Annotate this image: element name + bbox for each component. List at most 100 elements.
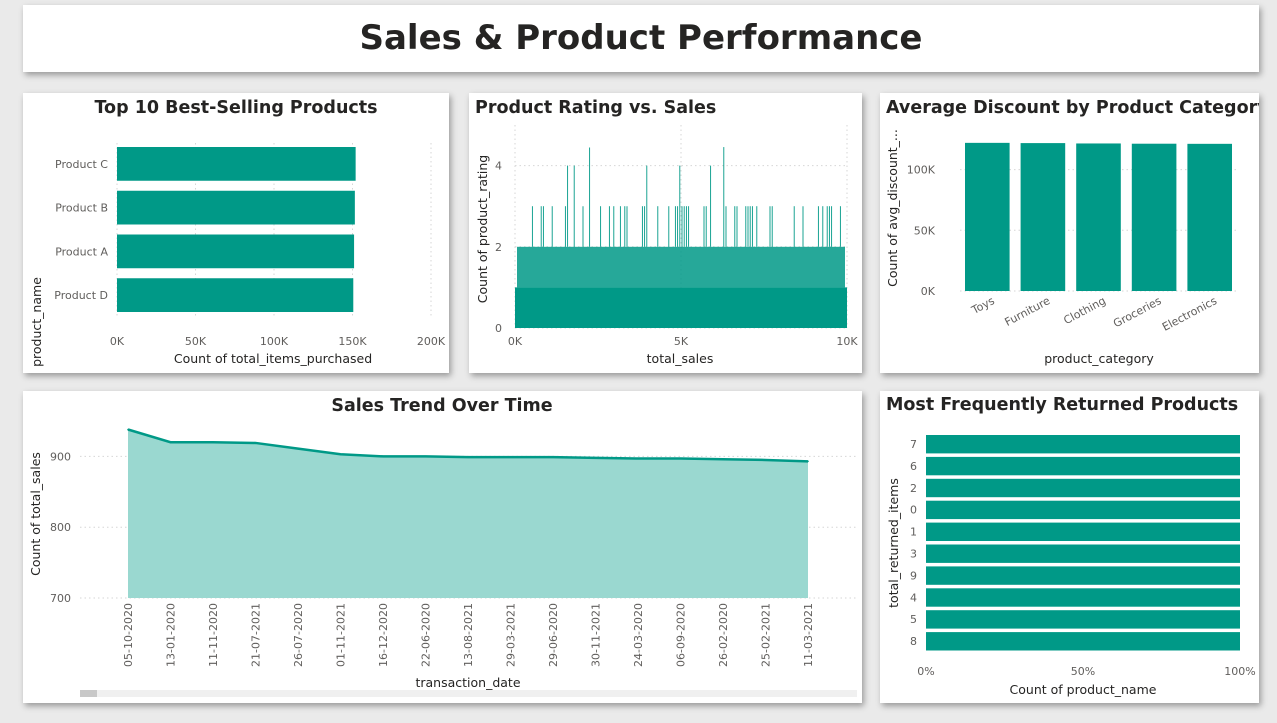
y-tick-label: 8: [910, 635, 917, 648]
bar: [926, 478, 1240, 498]
x-axis-label: transaction_date: [415, 675, 520, 690]
y-tick-label: 4: [910, 591, 917, 604]
x-tick-label: 30-11-2021: [590, 603, 603, 667]
bar: [926, 632, 1240, 651]
returned-products-card: Most Frequently Returned Products total_…: [880, 391, 1259, 703]
x-tick-label: Furniture: [1003, 294, 1053, 329]
bar: [965, 142, 1010, 291]
avg-discount-card: Average Discount by Product Category Cou…: [880, 93, 1259, 373]
bar: [926, 522, 1240, 541]
y-tick-label: 2: [910, 482, 917, 495]
y-axis-label: Count of avg_discount_...: [885, 129, 900, 287]
chart-title: Sales Trend Over Time: [331, 396, 552, 416]
y-tick-label: 6: [910, 460, 917, 473]
y-tick-label: 0: [495, 322, 502, 335]
x-tick-label: Groceries: [1111, 294, 1164, 330]
chart-title: Top 10 Best-Selling Products: [94, 98, 377, 118]
bar: [926, 500, 1240, 520]
rating-vs-sales-card: Product Rating vs. Sales Count of produc…: [469, 93, 862, 373]
x-tick-label: 100%: [1224, 665, 1255, 678]
bar: [926, 610, 1240, 629]
rating-vs-sales-chart: Product Rating vs. Sales Count of produc…: [475, 98, 858, 366]
data-point: [212, 441, 214, 444]
y-tick-label: 700: [50, 592, 71, 605]
x-tick-label: 29-06-2020: [547, 603, 560, 667]
bar: [926, 544, 1240, 563]
bar: [117, 278, 354, 312]
y-tick-label: 1: [910, 526, 917, 539]
x-tick-label: 16-12-2020: [377, 603, 390, 667]
data-point: [637, 457, 639, 460]
y-tick-label: 3: [910, 547, 917, 560]
data-point: [552, 456, 554, 458]
y-tick-label: Product D: [54, 289, 108, 302]
x-tick-label: 13-08-2021: [462, 603, 475, 667]
y-tick-label: 2: [495, 241, 502, 254]
x-tick-label: 25-02-2021: [760, 603, 773, 667]
x-tick-label: 24-03-2020: [632, 603, 645, 667]
y-axis-label: total_returned_items: [886, 478, 901, 608]
x-tick-label: 200K: [417, 335, 446, 348]
x-tick-label: 21-07-2021: [250, 603, 263, 667]
bar: [1187, 143, 1232, 291]
y-axis-label: Count of total_sales: [28, 452, 43, 576]
x-tick-label: Electronics: [1160, 294, 1219, 334]
data-point: [509, 456, 512, 458]
bar-band: [517, 246, 845, 288]
data-point: [722, 458, 724, 461]
data-point: [467, 456, 469, 458]
x-tick-label: Clothing: [1061, 294, 1108, 327]
data-point: [424, 455, 427, 458]
y-tick-label: 50K: [914, 224, 936, 237]
bar: [1131, 143, 1177, 291]
data-point: [339, 453, 342, 456]
x-tick-label: 50K: [185, 335, 207, 348]
data-point: [254, 442, 257, 444]
chart-title: Most Frequently Returned Products: [886, 395, 1238, 415]
horizontal-scrollbar-thumb[interactable]: [80, 690, 97, 697]
chart-title: Average Discount by Product Category: [886, 98, 1259, 118]
x-axis-label: total_sales: [647, 351, 714, 366]
bar: [1020, 143, 1066, 291]
data-point: [169, 441, 172, 444]
y-tick-label: Product C: [55, 158, 108, 171]
area-fill: [128, 429, 808, 598]
data-point: [764, 459, 767, 461]
y-tick-label: 0K: [921, 285, 936, 298]
x-tick-label: 05-10-2020: [122, 603, 135, 667]
data-point: [679, 457, 682, 460]
x-tick-label: 06-09-2020: [675, 603, 688, 667]
bar: [117, 147, 356, 181]
bar: [926, 456, 1240, 476]
returned-products-chart: Most Frequently Returned Products total_…: [886, 395, 1256, 697]
top-products-card: Top 10 Best-Selling Products product_nam…: [23, 93, 449, 373]
x-tick-label: 0K: [508, 335, 523, 348]
chart-title: Product Rating vs. Sales: [475, 98, 716, 118]
data-point: [382, 455, 384, 458]
x-tick-label: 5K: [674, 335, 689, 348]
x-tick-label: 29-03-2021: [505, 603, 518, 667]
x-axis-label: product_category: [1044, 351, 1154, 366]
x-tick-label: 10K: [836, 335, 858, 348]
x-tick-label: 150K: [338, 335, 367, 348]
y-axis-label: product_name: [29, 277, 44, 367]
data-point: [807, 460, 809, 463]
sales-trend-chart: Sales Trend Over Time Count of total_sal…: [28, 396, 857, 697]
x-tick-label: 11-03-2021: [802, 603, 815, 667]
bar: [926, 566, 1240, 585]
bar-base-fill: [515, 287, 847, 328]
data-point: [594, 457, 597, 459]
y-tick-label: 100K: [907, 164, 936, 177]
x-tick-label: 22-06-2020: [420, 603, 433, 667]
bar: [926, 588, 1240, 607]
x-axis-label: Count of product_name: [1010, 682, 1157, 697]
y-tick-label: Product A: [55, 245, 108, 258]
horizontal-scrollbar-track[interactable]: [80, 690, 857, 697]
y-tick-label: 0: [910, 504, 917, 517]
data-point: [297, 447, 299, 450]
top-products-chart: Top 10 Best-Selling Products product_nam…: [29, 98, 446, 367]
x-tick-label: 100K: [260, 335, 289, 348]
dashboard-title: Sales & Product Performance: [359, 18, 923, 58]
x-tick-label: 01-11-2021: [335, 603, 348, 667]
y-tick-label: 800: [50, 521, 71, 534]
